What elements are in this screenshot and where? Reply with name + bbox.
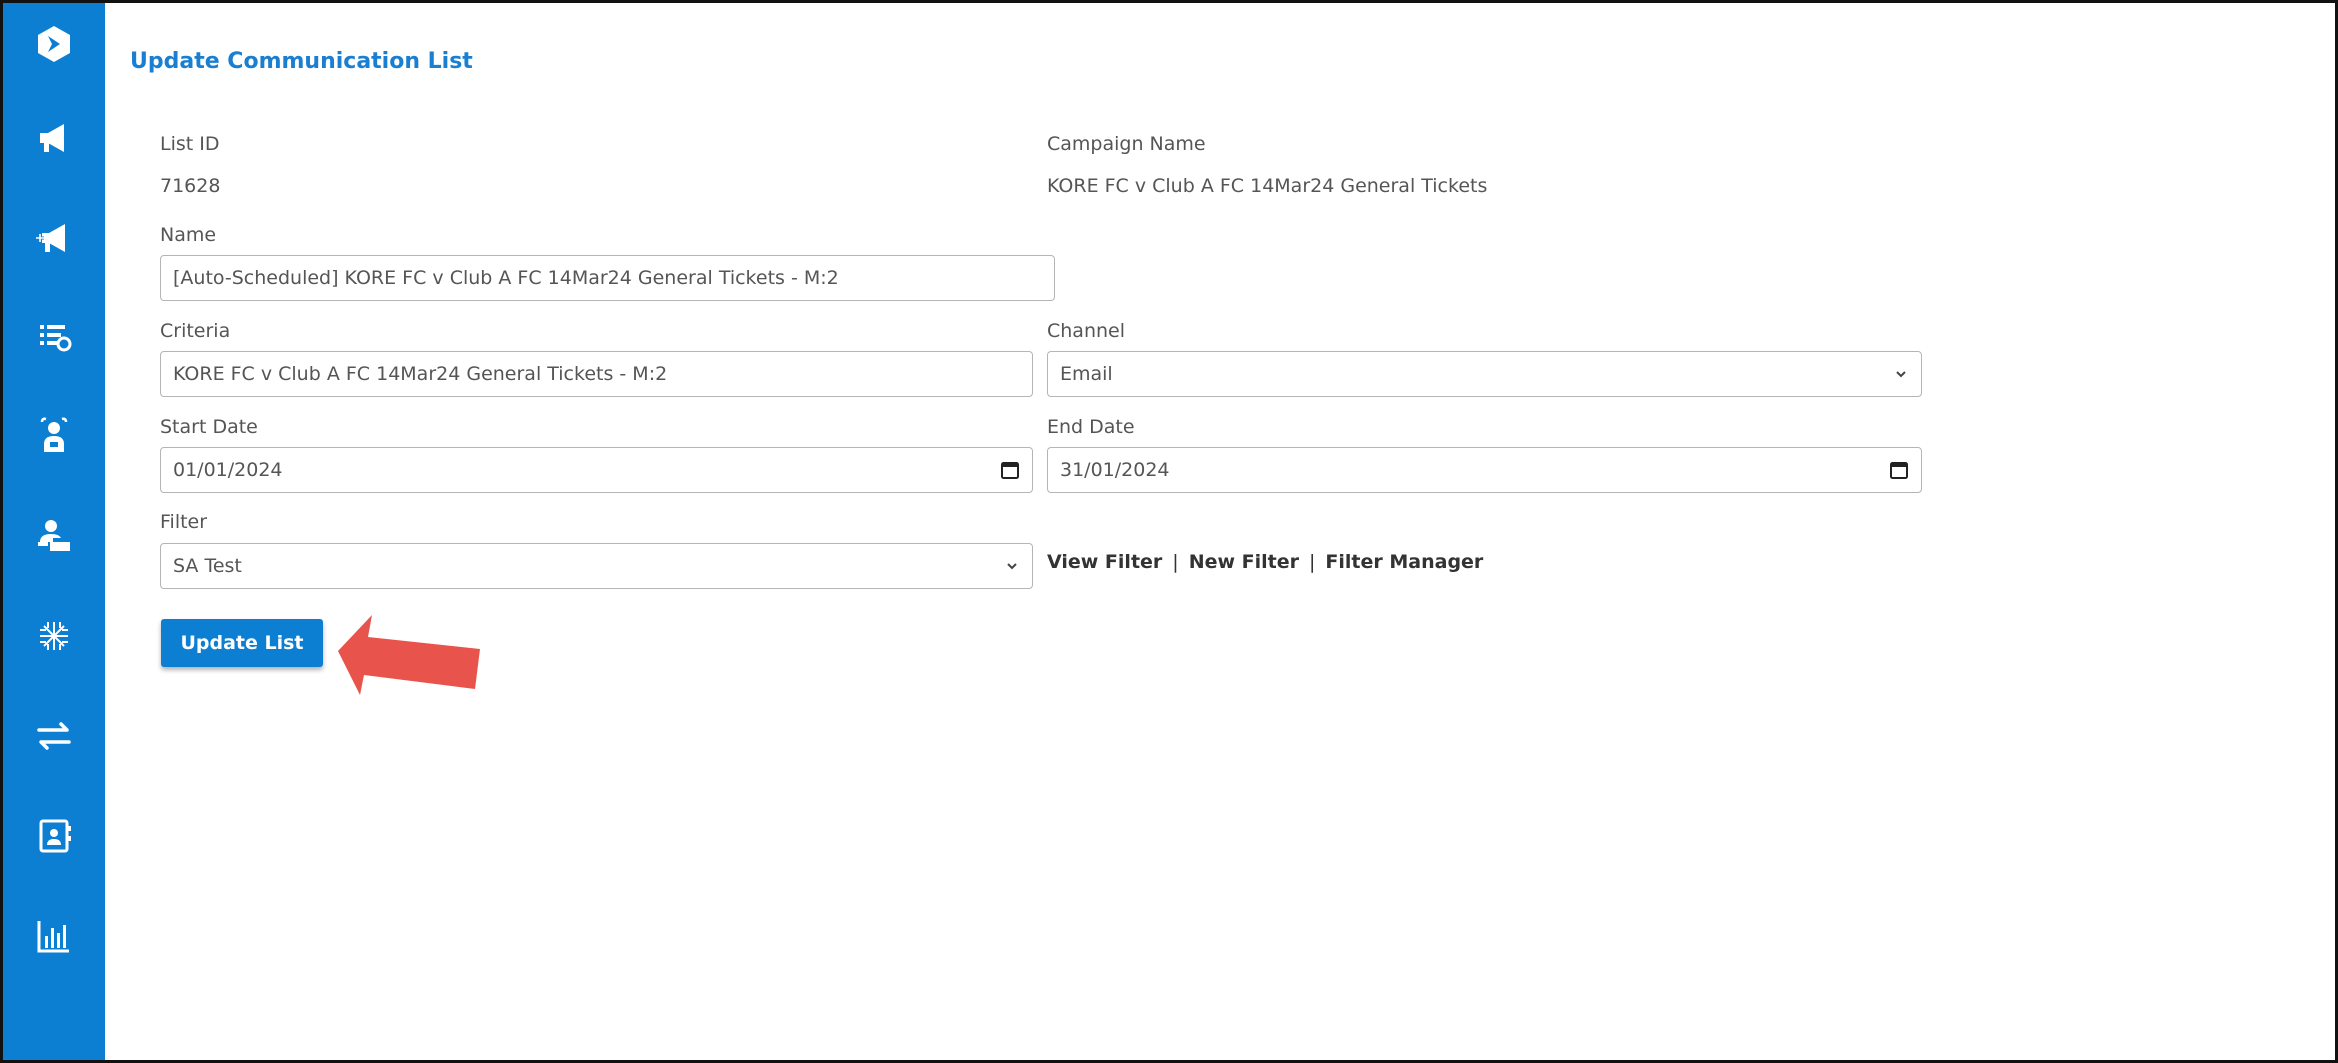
chevron-down-icon (1007, 563, 1017, 570)
calendar-icon[interactable] (1889, 460, 1909, 480)
app-window: Update Communication List List ID 71628 … (0, 0, 2338, 1063)
new-filter-link[interactable]: New Filter (1189, 551, 1299, 573)
main-content: Update Communication List List ID 71628 … (105, 3, 2335, 1060)
filter-select-value: SA Test (173, 555, 242, 577)
contact-book-icon[interactable] (3, 801, 105, 871)
name-input-value: [Auto-Scheduled] KORE FC v Club A FC 14M… (173, 267, 839, 289)
chevron-down-icon (1896, 371, 1906, 378)
link-separator: | (1309, 551, 1316, 573)
start-date-input[interactable]: 01/01/2024 (160, 447, 1033, 493)
megaphone-icon[interactable] (3, 103, 105, 173)
list-id-label: List ID (160, 133, 220, 155)
megaphone-add-icon[interactable] (3, 203, 105, 273)
criteria-input-value: KORE FC v Club A FC 14Mar24 General Tick… (173, 363, 668, 385)
name-input[interactable]: [Auto-Scheduled] KORE FC v Club A FC 14M… (160, 255, 1055, 301)
logo-icon[interactable] (3, 9, 105, 79)
snowflake-grid-icon[interactable] (3, 601, 105, 671)
start-date-value: 01/01/2024 (173, 459, 283, 481)
channel-select-value: Email (1060, 363, 1113, 385)
name-label: Name (160, 224, 217, 246)
criteria-input[interactable]: KORE FC v Club A FC 14Mar24 General Tick… (160, 351, 1033, 397)
user-desk-icon[interactable] (3, 501, 105, 571)
filter-manager-link[interactable]: Filter Manager (1325, 551, 1483, 573)
channel-label: Channel (1047, 320, 1126, 342)
end-date-input[interactable]: 31/01/2024 (1047, 447, 1922, 493)
campaign-name-value: KORE FC v Club A FC 14Mar24 General Tick… (1047, 175, 1488, 197)
transfer-arrows-icon[interactable] (3, 701, 105, 771)
page-title: Update Communication List (130, 49, 473, 74)
end-date-label: End Date (1047, 416, 1135, 438)
calendar-icon[interactable] (1000, 460, 1020, 480)
link-separator: | (1172, 551, 1179, 573)
filter-select[interactable]: SA Test (160, 543, 1033, 589)
campaign-name-label: Campaign Name (1047, 133, 1206, 155)
bar-chart-icon[interactable] (3, 901, 105, 971)
filter-links: View Filter | New Filter | Filter Manage… (1047, 551, 1483, 573)
list-id-value: 71628 (160, 175, 221, 197)
annotation-arrow-icon (338, 615, 480, 695)
filter-label: Filter (160, 511, 208, 533)
end-date-value: 31/01/2024 (1060, 459, 1170, 481)
start-date-label: Start Date (160, 416, 258, 438)
update-list-button[interactable]: Update List (161, 619, 323, 667)
criteria-label: Criteria (160, 320, 231, 342)
sidebar (3, 3, 105, 1060)
channel-select[interactable]: Email (1047, 351, 1922, 397)
user-support-icon[interactable] (3, 401, 105, 471)
view-filter-link[interactable]: View Filter (1047, 551, 1162, 573)
list-settings-icon[interactable] (3, 301, 105, 371)
